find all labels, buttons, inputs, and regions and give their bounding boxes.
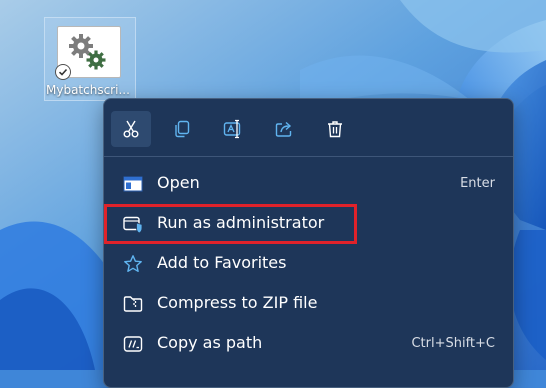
window-icon [123, 174, 143, 194]
desktop-file-icon[interactable]: Mybatchscri... [44, 17, 136, 101]
menu-item-add-to-favorites[interactable]: Add to Favorites [108, 244, 509, 282]
delete-button[interactable] [315, 111, 355, 147]
copy-button[interactable] [162, 111, 202, 147]
menu-item-label: Add to Favorites [157, 253, 287, 272]
desktop-file-name: Mybatchscri... [46, 83, 130, 97]
menu-divider [104, 156, 513, 157]
rename-button[interactable] [213, 111, 253, 147]
menu-item-shortcut: Ctrl+Shift+C [411, 336, 495, 351]
menu-item-label: Copy as path [157, 333, 263, 352]
cut-button[interactable] [111, 111, 151, 147]
menu-item-run-as-administrator[interactable]: Run as administrator [104, 204, 509, 244]
menu-item-copy-as-path[interactable]: Copy as path Ctrl+Shift+C [108, 324, 509, 362]
context-menu-toolbar [104, 99, 513, 157]
sync-check-icon [55, 64, 71, 80]
path-icon [123, 334, 143, 354]
menu-item-compress-to-zip[interactable]: Compress to ZIP file [108, 284, 509, 322]
context-menu: Open Enter Run as administrator Add to F… [103, 98, 514, 388]
shield-icon [123, 214, 143, 234]
menu-item-label: Open [157, 173, 200, 192]
menu-item-label: Compress to ZIP file [157, 293, 318, 312]
menu-item-open[interactable]: Open Enter [108, 164, 509, 202]
share-button[interactable] [264, 111, 304, 147]
star-icon [123, 254, 143, 274]
menu-item-shortcut: Enter [460, 176, 495, 191]
zip-folder-icon [123, 294, 143, 314]
menu-item-label: Run as administrator [157, 213, 325, 232]
